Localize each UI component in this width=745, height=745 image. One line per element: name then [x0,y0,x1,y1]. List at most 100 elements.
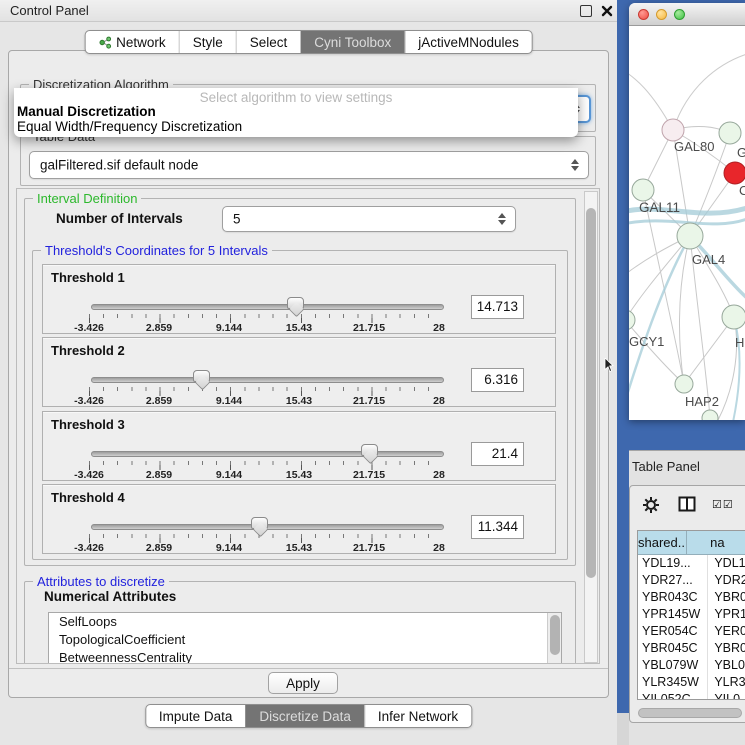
node-attribute-table[interactable]: shared... na YDL19...YDL1 YDR27...YDR2 Y… [637,530,745,700]
threshold-1-slider-track[interactable] [91,304,444,310]
threshold-4-value-field[interactable]: 11.344 [471,515,524,539]
scrollbar-thumb[interactable] [550,615,560,655]
table-row[interactable]: YPR145WYPR1 [638,606,745,623]
close-traffic-light-icon[interactable] [638,9,649,20]
cell-name[interactable]: YIL0 [708,691,745,700]
column-header-shared-name[interactable]: shared... [638,531,687,554]
table-horizontal-scrollbar[interactable] [638,708,742,718]
node-red-selected[interactable] [724,162,745,184]
number-of-intervals-combobox[interactable]: 5 [222,206,516,232]
tab-jactivemnodules[interactable]: jActiveMNodules [404,31,532,53]
cell-shared-name[interactable]: YDR27... [638,572,708,589]
list-item-selfloops[interactable]: SelfLoops [49,613,561,631]
threshold-3-slider-track[interactable] [91,451,444,457]
tab-discretize-data-label: Discretize Data [259,705,351,728]
split-pane-divider-bottom [617,713,629,745]
split-pane-divider[interactable] [617,0,629,713]
apply-button[interactable]: Apply [268,672,338,694]
cell-shared-name[interactable]: YER054C [638,623,708,640]
dropdown-option-equal-width-frequency[interactable]: Equal Width/Frequency Discretization [14,119,578,134]
network-canvas[interactable]: GAL80 GA C GAL11 GAL4 GCY1 H HAP2 [629,26,745,420]
table-header-row: shared... na [638,531,745,555]
attributes-list-scrollbar[interactable] [547,613,561,663]
cell-shared-name[interactable]: YBR043C [638,589,708,606]
slider-scale-label: 15.43 [277,469,321,481]
table-data-combobox[interactable]: galFiltered.sif default node [29,151,589,179]
tab-cyni-toolbox-label: Cyni Toolbox [314,31,391,54]
dropdown-option-manual-discretization[interactable]: Manual Discretization [14,104,578,119]
scrollbar-thumb[interactable] [586,208,596,578]
cell-name[interactable]: YDR2 [708,572,745,589]
column-header-name[interactable]: na [687,531,745,554]
cell-shared-name[interactable]: YBR045C [638,640,708,657]
select-attributes-checkboxes-icon[interactable]: ☑☑ [712,498,734,511]
threshold-1-panel: Threshold 1 -3.426 2.859 9.144 15.43 21.… [42,264,556,334]
cell-shared-name[interactable]: YIL052C [638,691,708,700]
cell-shared-name[interactable]: YDL19... [638,555,708,572]
table-row[interactable]: YER054CYER0 [638,623,745,640]
cell-name[interactable]: YER0 [708,623,745,640]
list-item-betweennesscentrality[interactable]: BetweennessCentrality [49,649,561,663]
table-row[interactable]: YDR27...YDR2 [638,572,745,589]
table-row[interactable]: YBR043CYBR0 [638,589,745,606]
table-row[interactable]: YBL079WYBL0 [638,657,745,674]
threshold-4-panel: Threshold 4 -3.426 2.859 9.144 15.43 21.… [42,484,556,554]
mouse-cursor [604,358,614,373]
slider-scale-label: 21.715 [347,395,391,407]
table-row[interactable]: YIL052CYIL0 [638,691,745,700]
cell-name[interactable]: YDL1 [708,555,745,572]
cell-shared-name[interactable]: YPR145W [638,606,708,623]
close-icon[interactable] [601,5,613,17]
threshold-1-value-field[interactable]: 14.713 [471,295,524,319]
cell-name[interactable]: YBR0 [708,589,745,606]
list-item-topologicalcoefficient[interactable]: TopologicalCoefficient [49,631,561,649]
cell-name[interactable]: YBR0 [708,640,745,657]
node-gal80[interactable] [662,119,684,141]
slider-scale-label: 21.715 [347,322,391,334]
cell-name[interactable]: YPR1 [708,606,745,623]
threshold-4-slider-track[interactable] [91,524,444,530]
node-hap2[interactable] [675,375,693,393]
tab-infer-network[interactable]: Infer Network [364,705,471,727]
node-h[interactable] [722,305,745,329]
node-bottom-partial[interactable] [702,410,718,420]
tab-infer-network-label: Infer Network [378,705,458,728]
threshold-4-label: Threshold 4 [51,490,125,505]
slider-scale-label: -3.426 [67,322,111,334]
table-row[interactable]: YLR345WYLR3 [638,674,745,691]
slider-scale-label: -3.426 [67,469,111,481]
network-window-titlebar[interactable] [629,3,745,26]
float-window-icon[interactable] [580,5,592,17]
zoom-traffic-light-icon[interactable] [674,9,685,20]
cell-shared-name[interactable]: YLR345W [638,674,708,691]
threshold-3-slider-handle[interactable] [361,444,378,456]
cell-name[interactable]: YBL0 [708,657,745,674]
cell-shared-name[interactable]: YBL079W [638,657,708,674]
tab-discretize-data[interactable]: Discretize Data [245,705,364,727]
tab-impute-data[interactable]: Impute Data [146,705,246,727]
tab-cyni-toolbox[interactable]: Cyni Toolbox [300,31,404,53]
cell-name[interactable]: YLR3 [708,674,745,691]
node-partial-top-right[interactable] [719,122,741,144]
tab-select[interactable]: Select [236,31,301,53]
minimize-traffic-light-icon[interactable] [656,9,667,20]
threshold-1-slider-handle[interactable] [287,297,304,309]
table-row[interactable]: YDL19...YDL1 [638,555,745,572]
control-panel-titlebar: Control Panel [0,0,617,22]
threshold-3-panel: Threshold 3 -3.426 2.859 9.144 15.43 21.… [42,411,556,481]
node-gal4[interactable] [677,223,703,249]
gear-icon[interactable] [642,496,660,514]
table-row[interactable]: YBR045CYBR0 [638,640,745,657]
threshold-4-slider-handle[interactable] [251,517,268,529]
threshold-2-slider-handle[interactable] [193,370,210,382]
svg-text:GCY1: GCY1 [629,334,664,349]
node-gal11[interactable] [632,179,654,201]
threshold-3-value-field[interactable]: 21.4 [471,442,524,466]
threshold-2-value-field[interactable]: 6.316 [471,368,524,392]
settings-vertical-scrollbar[interactable] [584,191,598,663]
node-gcy1[interactable] [629,310,635,330]
columns-icon[interactable] [678,496,696,512]
tab-style[interactable]: Style [179,31,236,53]
threshold-2-slider-track[interactable] [91,377,444,383]
tab-network[interactable]: Network [85,31,179,53]
